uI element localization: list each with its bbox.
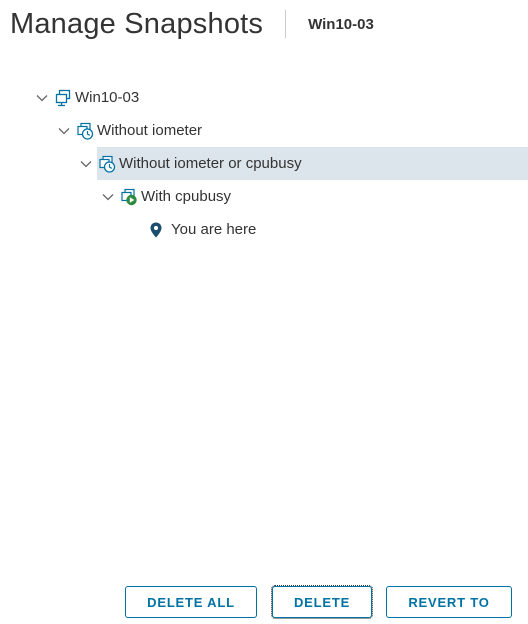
tree-node-label: You are here xyxy=(171,221,257,238)
tree-node-snapshot-current[interactable]: With cpubusy xyxy=(0,180,528,213)
header-divider xyxy=(285,10,287,38)
vm-icon xyxy=(55,89,71,106)
snapshot-icon xyxy=(77,122,94,140)
tree-node-vm[interactable]: Win10-03 xyxy=(0,81,528,114)
snapshot-tree: Win10-03 Without iometer Without iometer… xyxy=(0,81,528,246)
snapshot-running-icon xyxy=(121,188,137,205)
tree-node-you-are-here: You are here xyxy=(0,213,528,246)
delete-button[interactable]: DELETE xyxy=(271,585,373,619)
tree-node-label: Without iometer or cpubusy xyxy=(119,155,302,172)
chevron-down-icon[interactable] xyxy=(35,91,49,105)
page-title: Manage Snapshots xyxy=(10,7,264,40)
chevron-down-icon[interactable] xyxy=(57,124,71,138)
tree-node-label: Win10-03 xyxy=(75,89,140,106)
page-header: Manage Snapshots Win10-03 xyxy=(10,2,374,46)
vm-name: Win10-03 xyxy=(308,15,374,33)
delete-all-button[interactable]: DELETE ALL xyxy=(125,586,257,618)
tree-node-snapshot-selected[interactable]: Without iometer or cpubusy xyxy=(0,147,528,180)
location-pin-icon xyxy=(150,222,162,237)
chevron-down-icon[interactable] xyxy=(101,190,115,204)
tree-node-label: With cpubusy xyxy=(141,188,232,205)
tree-node-label: Without iometer xyxy=(97,122,203,139)
chevron-down-icon[interactable] xyxy=(79,157,93,171)
tree-node-snapshot[interactable]: Without iometer xyxy=(0,114,528,147)
snapshot-icon xyxy=(99,155,116,173)
dialog-footer: DELETE ALL DELETE REVERT TO xyxy=(0,585,528,620)
revert-to-button[interactable]: REVERT TO xyxy=(386,586,512,618)
